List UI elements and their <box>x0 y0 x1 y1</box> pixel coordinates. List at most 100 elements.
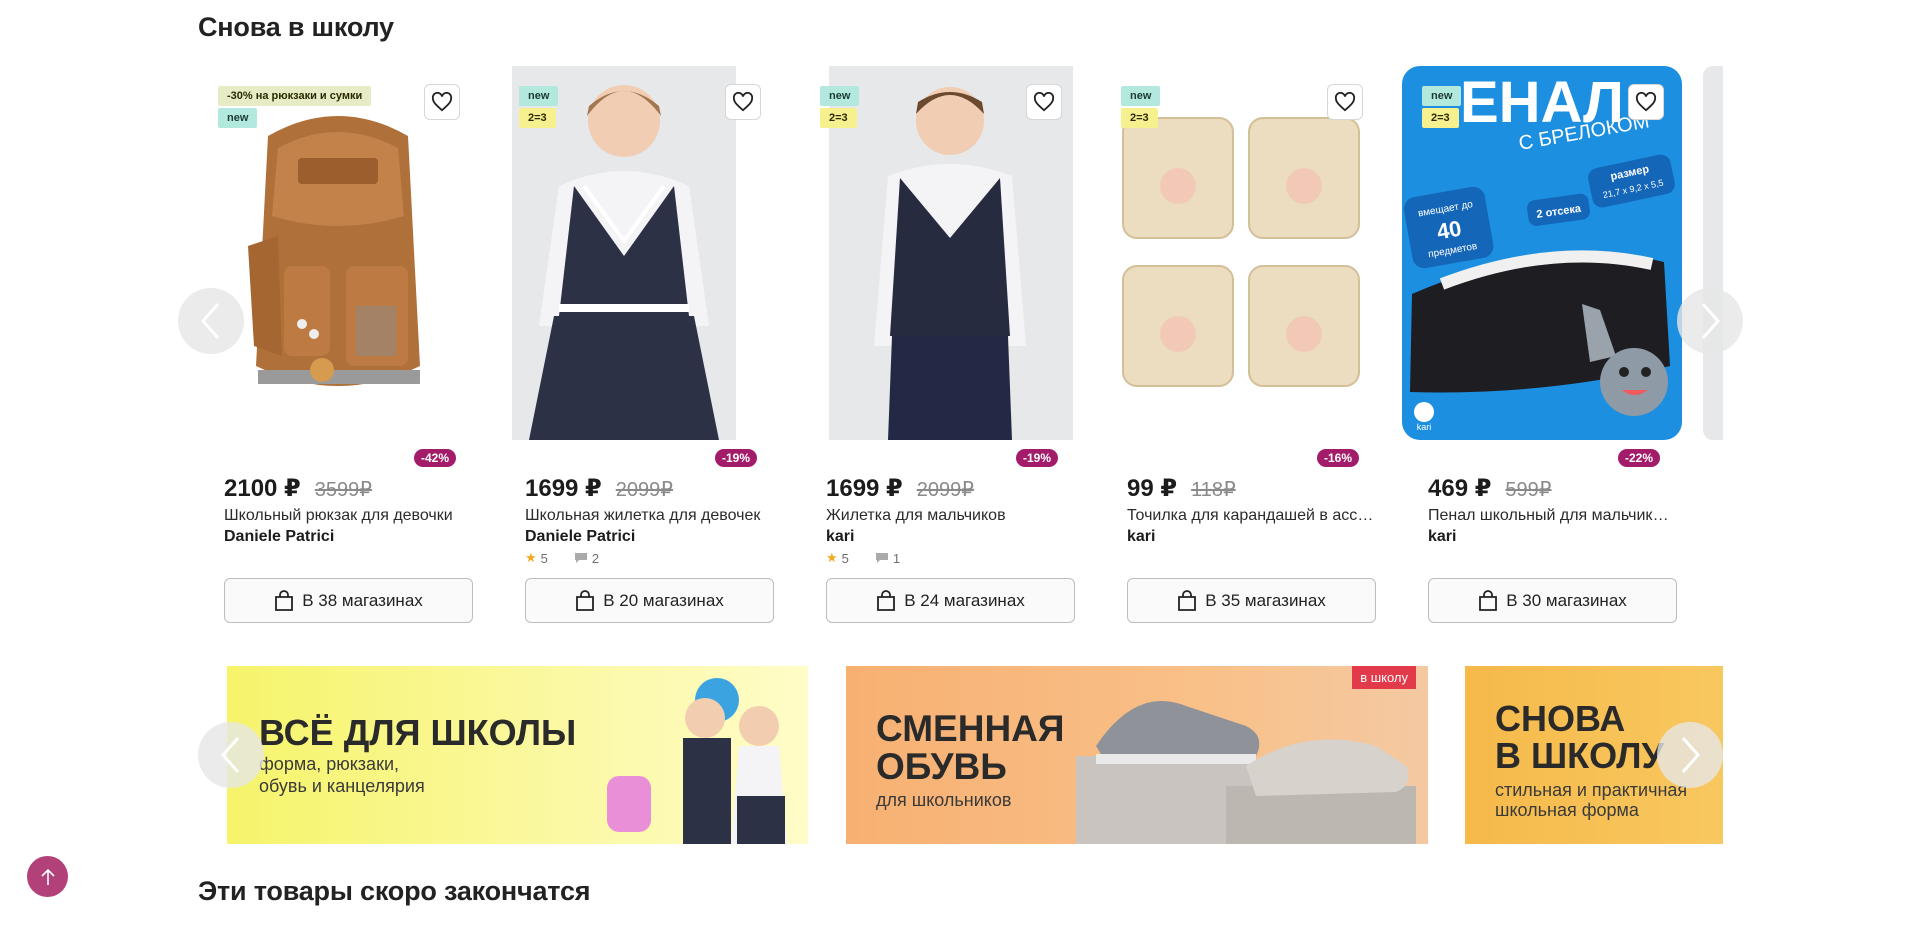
chevron-right-icon <box>1701 303 1721 339</box>
stores-availability-button[interactable]: В 30 магазинах <box>1428 578 1677 623</box>
product-name[interactable]: Точилка для карандашей в ассортименте <box>1127 507 1375 525</box>
product-rating: ★ 5 1 <box>826 550 900 566</box>
product-image-backpack[interactable]: -30% на рюкзаки и сумки new <box>198 66 478 440</box>
product-price: 1699 ₽ 2099₽ <box>826 474 974 503</box>
carousel-prev-button[interactable] <box>178 288 244 354</box>
section-title-back-to-school: Снова в школу <box>198 12 394 42</box>
favorite-button[interactable] <box>1327 84 1363 120</box>
shopping-bag-icon <box>275 589 294 611</box>
product-price: 99 ₽ 118₽ <box>1127 474 1236 503</box>
product-brand: kari <box>1428 528 1457 545</box>
banner-subtitle: для школьников <box>876 790 1012 810</box>
stores-label: В 24 магазинах <box>904 590 1025 610</box>
shopping-bag-icon <box>1479 589 1498 611</box>
banner-title-line-2: ОБУВЬ <box>876 746 1007 787</box>
promo-badge: 2=3 <box>1422 108 1459 128</box>
stores-availability-button[interactable]: В 38 магазинах <box>224 578 473 623</box>
product-name[interactable]: Школьная жилетка для девочек <box>525 507 773 525</box>
banner-title-line-2: В ШКОЛУ <box>1495 735 1664 776</box>
new-badge: new <box>1121 86 1161 106</box>
product-card[interactable]: new 2=3 -19% 1699 ₽ 2099₽ Школьная жилетк… <box>499 66 779 636</box>
banner-subtitle-line-2: обувь и канцелярия <box>259 776 425 796</box>
favorite-button[interactable] <box>725 84 761 120</box>
discount-badge: -19% <box>714 449 757 467</box>
rating-value: 5 <box>841 550 849 566</box>
product-image-girl-vest[interactable]: new 2=3 <box>499 66 779 440</box>
banner-shoes-illustration <box>1076 701 1416 844</box>
discount-badge: -22% <box>1617 449 1660 467</box>
discount-badge: -16% <box>1316 449 1359 467</box>
product-brand: kari <box>1127 528 1156 545</box>
stores-availability-button[interactable]: В 24 магазинах <box>826 578 1075 623</box>
arrow-up-icon <box>40 868 55 885</box>
discount-badge: -42% <box>413 449 456 467</box>
chevron-left-icon <box>200 303 220 339</box>
banner-prev-button[interactable] <box>198 722 264 788</box>
star-icon: ★ <box>525 550 537 565</box>
favorite-button[interactable] <box>1026 84 1062 120</box>
banner-next-button[interactable] <box>1657 722 1723 788</box>
banner-subtitle-line-1: стильная и практичная <box>1495 780 1688 800</box>
old-price: 118₽ <box>1191 479 1236 501</box>
product-image-boy-vest[interactable]: new 2=3 <box>800 66 1080 440</box>
current-price: 99 ₽ <box>1127 475 1178 502</box>
old-price: 3599₽ <box>314 479 372 501</box>
chevron-right-icon <box>1681 737 1701 773</box>
shopping-bag-icon <box>576 589 595 611</box>
favorite-button[interactable] <box>1628 84 1664 120</box>
banner-title: ВСЁ ДЛЯ ШКОЛЫ <box>259 712 577 753</box>
product-brand: Daniele Patrici <box>525 528 636 545</box>
chevron-left-icon <box>220 737 240 773</box>
new-badge: new <box>820 86 860 106</box>
comment-icon <box>574 553 587 563</box>
product-badges: new 2=3 <box>1121 86 1161 128</box>
carousel-next-button[interactable] <box>1677 288 1743 354</box>
product-card[interactable]: -30% на рюкзаки и сумки new -42% 2100 ₽ 3… <box>198 66 478 636</box>
product-price: 469 ₽ 599₽ <box>1428 474 1552 503</box>
promo-badge: 2=3 <box>1121 108 1158 128</box>
banner-title-line-1: СМЕННАЯ <box>876 708 1065 749</box>
brand-logo-text: kari <box>1417 422 1432 432</box>
heart-icon <box>1334 92 1356 112</box>
stores-label: В 38 магазинах <box>302 590 423 610</box>
new-badge: new <box>519 86 559 106</box>
favorite-button[interactable] <box>424 84 460 120</box>
product-card[interactable]: ЕНАЛ С БРЕЛОКОМ размер 21,7 x 9,2 x 5,5 … <box>1402 66 1682 636</box>
product-name[interactable]: Школьный рюкзак для девочки <box>224 507 472 525</box>
rating-value: 5 <box>540 550 548 566</box>
product-price: 2100 ₽ 3599₽ <box>224 474 372 503</box>
product-card[interactable]: new 2=3 -19% 1699 ₽ 2099₽ Жилетка для мал… <box>800 66 1080 636</box>
heart-icon <box>1635 92 1657 112</box>
capacity-line-2: 40 <box>1435 216 1463 245</box>
product-image-sharpener[interactable]: new 2=3 <box>1101 66 1381 440</box>
product-price: 1699 ₽ 2099₽ <box>525 474 673 503</box>
banner-subtitle-line-2: школьная форма <box>1495 800 1639 820</box>
old-price: 599₽ <box>1505 479 1552 501</box>
promo-badge: 2=3 <box>519 108 556 128</box>
product-card[interactable]: new 2=3 -16% 99 ₽ 118₽ Точилка для каранд… <box>1101 66 1381 636</box>
current-price: 469 ₽ <box>1428 475 1492 502</box>
promo-badge: -30% на рюкзаки и сумки <box>218 86 372 106</box>
reviews-count: 1 <box>892 550 901 566</box>
promo-banner-replacement-shoes[interactable]: СМЕННАЯ ОБУВЬ для школьников в школу <box>846 666 1428 844</box>
section-title-ending-soon: Эти товары скоро закончатся <box>198 876 591 906</box>
new-badge: new <box>218 108 258 128</box>
product-name[interactable]: Пенал школьный для мальчиков с брелоком <box>1428 507 1676 525</box>
stores-availability-button[interactable]: В 20 магазинах <box>525 578 774 623</box>
heart-icon <box>1033 92 1055 112</box>
promo-banner-school-supplies[interactable]: ВСЁ ДЛЯ ШКОЛЫ форма, рюкзаки, обувь и ка… <box>227 666 808 844</box>
new-badge: new <box>1422 86 1462 106</box>
banner-title-line-1: СНОВА <box>1495 698 1626 739</box>
product-name[interactable]: Жилетка для мальчиков <box>826 507 1074 525</box>
product-image-pencil-case[interactable]: ЕНАЛ С БРЕЛОКОМ размер 21,7 x 9,2 x 5,5 … <box>1402 66 1682 440</box>
scroll-to-top-button[interactable] <box>27 856 68 897</box>
product-image-partial[interactable] <box>1703 66 1723 440</box>
shopping-bag-icon <box>1178 589 1197 611</box>
reviews-count: 2 <box>591 550 600 566</box>
current-price: 2100 ₽ <box>224 475 301 502</box>
product-rating: ★ 5 2 <box>525 550 599 566</box>
stores-label: В 20 магазинах <box>603 590 724 610</box>
heart-icon <box>732 92 754 112</box>
product-badges: -30% на рюкзаки и сумки new <box>218 86 372 128</box>
stores-availability-button[interactable]: В 35 магазинах <box>1127 578 1376 623</box>
